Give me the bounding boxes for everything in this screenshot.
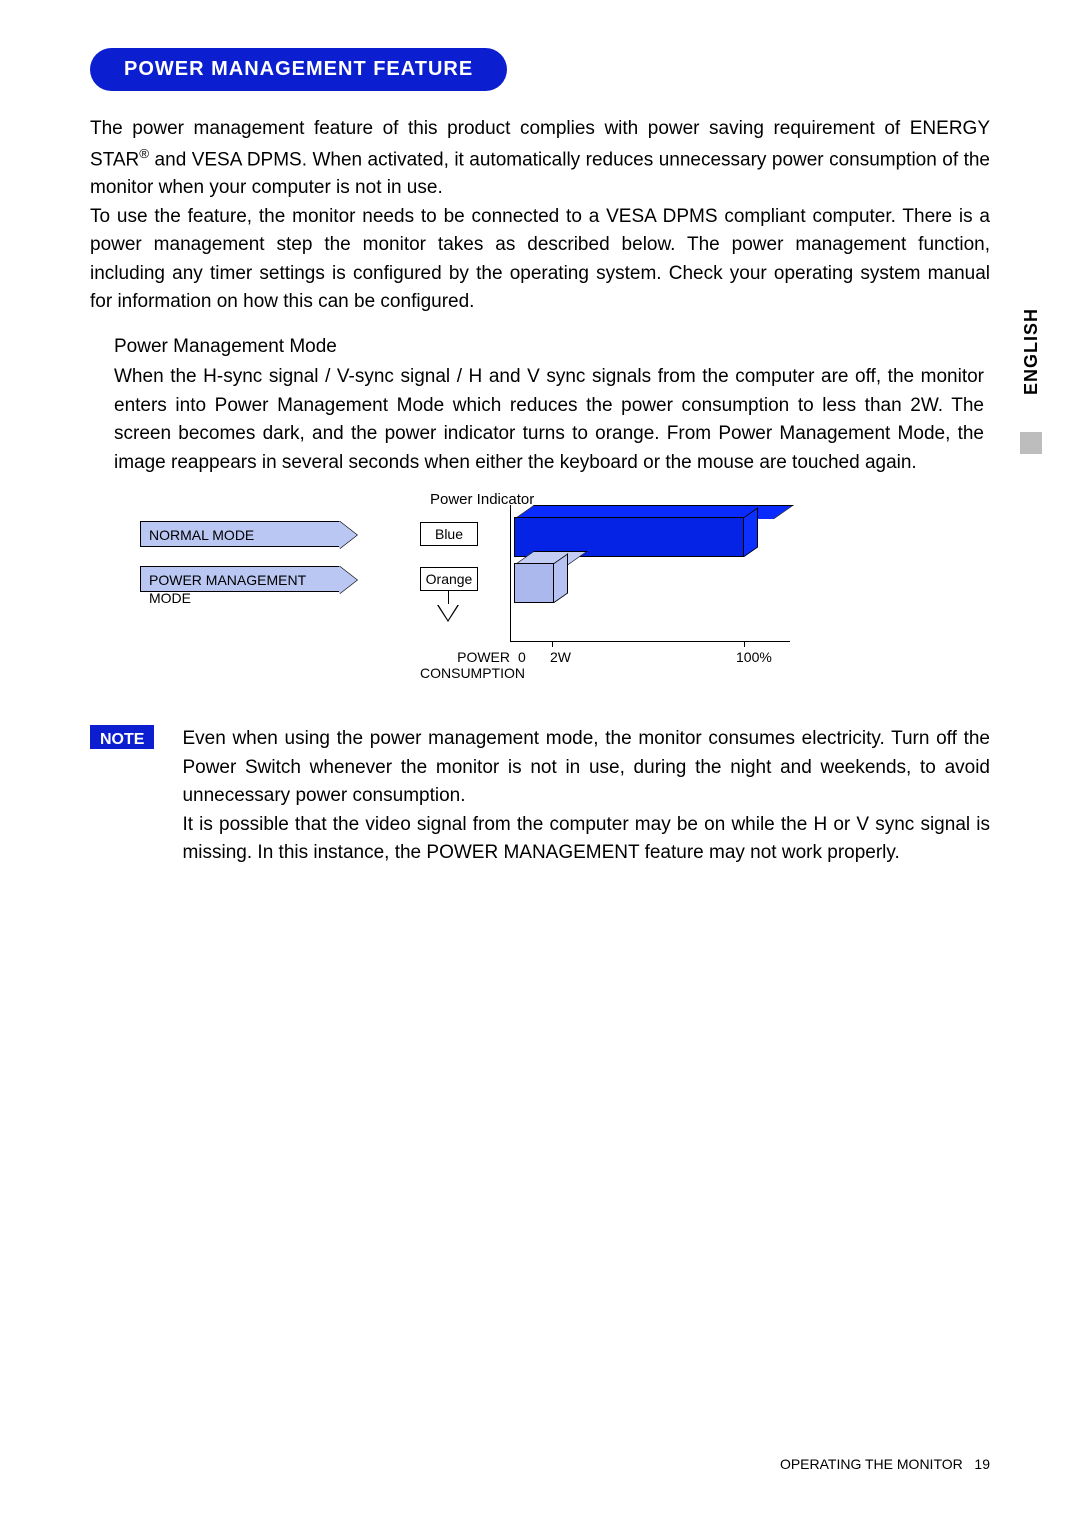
normal-mode-arrow: NORMAL MODE bbox=[140, 521, 340, 547]
mode-body: When the H-sync signal / V-sync signal /… bbox=[114, 366, 984, 473]
note-p1: Even when using the power management mod… bbox=[182, 728, 990, 806]
power-indicator-label: Power Indicator bbox=[430, 491, 534, 508]
intro-p1b: and VESA DPMS. When activated, it automa… bbox=[90, 149, 990, 199]
note-badge: NOTE bbox=[90, 725, 154, 749]
pm-mode-arrow: POWER MANAGEMENT MODE bbox=[140, 566, 340, 592]
power-diagram: Power Indicator NORMAL MODE POWER MANAGE… bbox=[140, 491, 840, 691]
tick-2w bbox=[552, 641, 553, 647]
tick-label-0: 0 bbox=[518, 649, 526, 665]
section-header-pill: POWER MANAGEMENT FEATURE bbox=[90, 48, 507, 91]
tick-100 bbox=[744, 641, 745, 647]
axis-vertical bbox=[510, 505, 511, 641]
footer-page: 19 bbox=[974, 1456, 990, 1472]
tick-label-2w: 2W bbox=[550, 649, 571, 665]
blue-indicator-box: Blue bbox=[420, 522, 478, 546]
page-footer: OPERATING THE MONITOR 19 bbox=[780, 1456, 990, 1472]
language-tab-label: ENGLISH bbox=[1021, 308, 1042, 395]
note-text: Even when using the power management mod… bbox=[182, 725, 990, 868]
mode-title: Power Management Mode bbox=[114, 333, 984, 362]
orange-indicator-box: Orange bbox=[420, 567, 478, 591]
note-p2: It is possible that the video signal fro… bbox=[182, 814, 990, 864]
intro-paragraph-2: To use the feature, the monitor needs to… bbox=[90, 203, 990, 317]
note-row: NOTE Even when using the power managemen… bbox=[90, 725, 990, 868]
tick-label-100: 100% bbox=[736, 649, 772, 665]
intro-p1a: The power management feature of this pro… bbox=[90, 118, 910, 139]
language-tab-marker bbox=[1020, 432, 1042, 454]
language-tab: ENGLISH bbox=[1018, 308, 1044, 428]
mode-subsection: Power Management Mode When the H-sync si… bbox=[90, 333, 990, 478]
power-consumption-label: POWERCONSUMPTION bbox=[420, 649, 510, 681]
footer-section: OPERATING THE MONITOR bbox=[780, 1456, 963, 1472]
intro-paragraph-1: The power management feature of this pro… bbox=[90, 115, 990, 203]
arrow-head bbox=[438, 604, 458, 620]
registered-icon: ® bbox=[139, 146, 149, 161]
